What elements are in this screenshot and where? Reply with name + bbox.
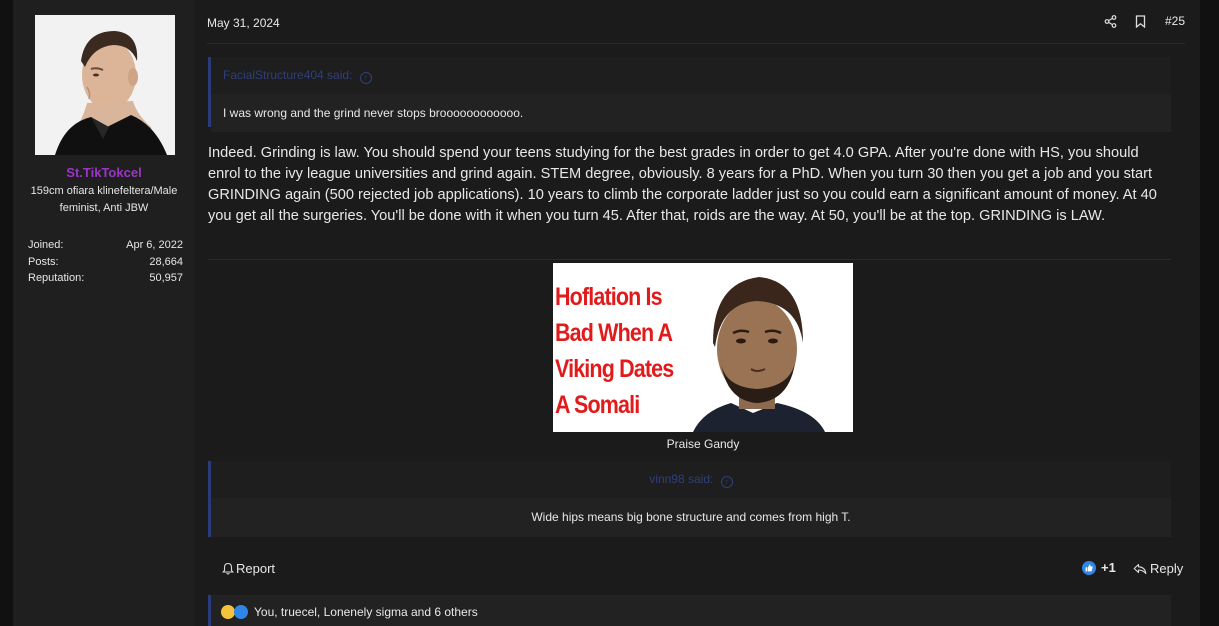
- quote-text: I was wrong and the grind never stops br…: [211, 94, 1171, 132]
- reactions-summary[interactable]: You, truecel, Lonenely sigma and 6 other…: [254, 605, 478, 619]
- user-stats: Joined: Apr 6, 2022 Posts: 28,664 Reputa…: [28, 237, 183, 287]
- arrow-up-icon[interactable]: ↑: [359, 72, 372, 84]
- meme-image[interactable]: Hoflation Is Bad When A Viking Dates A S…: [553, 263, 853, 432]
- post-footer: Report +1 Reply: [207, 560, 1185, 578]
- page-gutter: [1200, 0, 1219, 626]
- stat-value: Apr 6, 2022: [126, 239, 183, 251]
- reactions-bar[interactable]: You, truecel, Lonenely sigma and 6 other…: [208, 595, 1171, 626]
- thumbs-up-icon: [1082, 560, 1096, 575]
- share-icon[interactable]: [1103, 13, 1119, 29]
- meme-line: Viking Dates: [555, 355, 674, 383]
- like-button[interactable]: +1: [1082, 560, 1116, 575]
- post-date[interactable]: May 31, 2024: [207, 16, 280, 30]
- quote-block: vinn98 said: ↑ Wide hips means big bone …: [208, 461, 1171, 537]
- post: May 31, 2024 #25 FacialStructure404 said…: [195, 0, 1200, 626]
- username-link[interactable]: St.TikTokcel: [13, 165, 195, 180]
- quote-header[interactable]: vinn98 said: ↑: [211, 461, 1171, 498]
- report-label: Report: [236, 561, 276, 576]
- meme-line: Bad When A: [555, 319, 673, 347]
- reply-label: Reply: [1150, 561, 1184, 576]
- stat-reputation: Reputation: 50,957: [28, 270, 183, 287]
- quote-text: Wide hips means big bone structure and c…: [211, 498, 1171, 536]
- quote-author[interactable]: vinn98 said:: [649, 472, 713, 486]
- divider: [208, 259, 1171, 260]
- thread-page: St.TikTokcel 159cm ofiara klinefeltera/M…: [13, 0, 1200, 626]
- bell-icon: [222, 562, 234, 575]
- bookmark-icon[interactable]: [1133, 13, 1149, 29]
- thumbs-up-icon: [234, 605, 248, 619]
- avatar[interactable]: [35, 15, 175, 155]
- report-button[interactable]: Report: [222, 561, 275, 576]
- arrow-up-icon[interactable]: ↑: [720, 476, 733, 488]
- meme-line: Hoflation Is: [555, 283, 663, 311]
- meme-caption-text: Hoflation Is Bad When A Viking Dates A S…: [555, 279, 693, 423]
- bookmark-icon-glyph: [1136, 14, 1146, 28]
- stat-label: Joined:: [28, 239, 64, 251]
- reply-arrow-icon: [1133, 563, 1147, 574]
- post-number-link[interactable]: #25: [1165, 14, 1185, 28]
- reaction-count: +1: [1101, 560, 1116, 575]
- quote-block: FacialStructure404 said: ↑ I was wrong a…: [208, 57, 1171, 132]
- quote-header[interactable]: FacialStructure404 said: ↑: [211, 57, 1171, 94]
- post-actions: #25: [1103, 13, 1185, 29]
- reply-button[interactable]: Reply: [1133, 561, 1183, 576]
- stat-posts: Posts: 28,664: [28, 254, 183, 271]
- post-header: May 31, 2024 #25: [207, 0, 1185, 44]
- share-icon-glyph: [1105, 14, 1117, 28]
- image-caption: Praise Gandy: [666, 437, 740, 451]
- post-message: Indeed. Grinding is law. You should spen…: [208, 145, 1157, 224]
- user-title: 159cm ofiara klinefeltera/Male feminist,…: [30, 185, 178, 214]
- avatar-portrait: [35, 15, 175, 155]
- quote-author[interactable]: FacialStructure404 said:: [223, 68, 352, 82]
- stat-joined: Joined: Apr 6, 2022: [28, 237, 183, 254]
- stat-value[interactable]: 28,664: [149, 254, 183, 271]
- meme-line: A Somali: [555, 391, 640, 419]
- laughing-emoji-icon: [221, 605, 235, 619]
- stat-value: 50,957: [149, 272, 183, 284]
- stat-label: Posts:: [28, 255, 59, 268]
- stat-label: Reputation:: [28, 272, 85, 284]
- user-sidebar: St.TikTokcel 159cm ofiara klinefeltera/M…: [13, 0, 195, 626]
